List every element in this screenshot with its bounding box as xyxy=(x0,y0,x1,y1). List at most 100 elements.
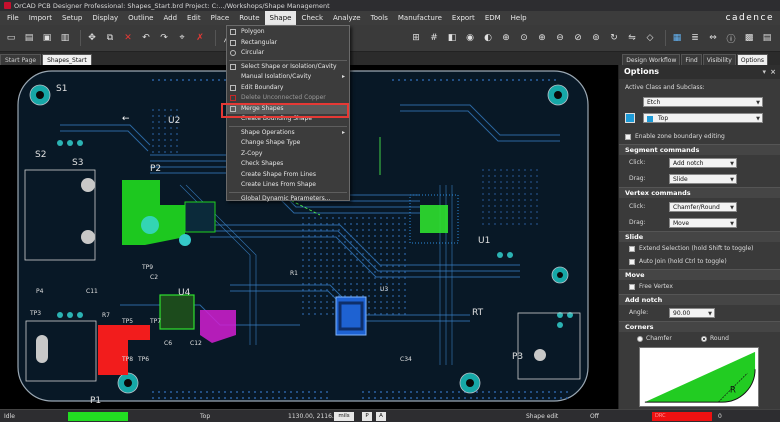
zoom-in-icon[interactable]: ⊕ xyxy=(535,31,549,45)
p-button[interactable]: P xyxy=(362,412,372,421)
drc-indicator[interactable]: DRC xyxy=(652,412,712,421)
panel-close-icon[interactable]: × xyxy=(770,65,776,79)
a-button[interactable]: A xyxy=(376,412,386,421)
print-icon[interactable]: ▥ xyxy=(58,31,72,45)
undo-icon[interactable]: ↶ xyxy=(139,31,153,45)
shape-menu-edit-boundary[interactable]: Edit Boundary xyxy=(227,83,349,94)
shape-menu-create-bounding[interactable]: Create Bounding Shape xyxy=(227,114,349,125)
tab-shapes-start[interactable]: Shapes_Start xyxy=(42,54,92,65)
move-icon[interactable]: ✥ xyxy=(85,31,99,45)
menu-export[interactable]: Export xyxy=(447,11,480,25)
vertex-click-select[interactable]: Chamfer/Round ▼ xyxy=(669,202,737,212)
menu-edm[interactable]: EDM xyxy=(480,11,506,25)
delete-icon[interactable]: ✕ xyxy=(121,31,135,45)
shape-menu-manual-isolation[interactable]: Manual Isolation/Cavity ▸ xyxy=(227,72,349,83)
shape-menu-check-shapes[interactable]: Check Shapes xyxy=(227,159,349,170)
shape-menu-circular[interactable]: Circular xyxy=(227,48,349,59)
menu-analyze[interactable]: Analyze xyxy=(328,11,366,25)
shape-menu-z-copy[interactable]: Z-Copy xyxy=(227,149,349,160)
open-file-icon[interactable]: ▤ xyxy=(22,31,36,45)
zone-boundary-option[interactable]: Enable zone boundary editing xyxy=(619,131,780,142)
redo-icon[interactable]: ↷ xyxy=(157,31,171,45)
segment-drag-select[interactable]: Slide ▼ xyxy=(669,174,737,184)
tab-design-workflow[interactable]: Design Workflow xyxy=(622,54,681,65)
tab-find[interactable]: Find xyxy=(681,54,702,65)
grid-icon[interactable]: # xyxy=(427,31,441,45)
vertex-commands-header[interactable]: Vertex commands xyxy=(619,187,780,198)
menu-help[interactable]: Help xyxy=(506,11,532,25)
shadow-icon[interactable]: ◐ xyxy=(481,31,495,45)
flip-icon[interactable]: ⇋ xyxy=(625,31,639,45)
3d-view-icon[interactable]: ◇ xyxy=(643,31,657,45)
menu-edit[interactable]: Edit xyxy=(182,11,206,25)
menu-import[interactable]: Import xyxy=(24,11,57,25)
extend-selection-checkbox[interactable] xyxy=(629,245,635,252)
visibility-icon[interactable]: ◉ xyxy=(463,31,477,45)
shape-menu-rectangular[interactable]: Rectangular xyxy=(227,38,349,49)
units-button[interactable]: mils xyxy=(334,412,354,421)
copy-icon[interactable]: ⧉ xyxy=(103,31,117,45)
constraints-icon[interactable]: ▩ xyxy=(742,31,756,45)
zoom-world-icon[interactable]: ⊚ xyxy=(589,31,603,45)
shape-menu-operations[interactable]: Shape Operations ▸ xyxy=(227,128,349,139)
auto-join-option[interactable]: Auto Join (hold Ctrl to toggle) xyxy=(619,256,780,267)
extend-selection-option[interactable]: Extend Selection (hold Shift to toggle) xyxy=(619,243,780,254)
shape-menu-merge-shapes[interactable]: Merge Shapes xyxy=(227,103,349,114)
angle-select[interactable]: 90.00 ▼ xyxy=(669,308,715,318)
new-file-icon[interactable]: ▭ xyxy=(4,31,18,45)
copper-shape-u1[interactable] xyxy=(420,205,448,233)
segment-click-select[interactable]: Add notch ▼ xyxy=(669,158,737,168)
zoom-fit-icon[interactable]: ⊙ xyxy=(517,31,531,45)
corners-header[interactable]: Corners xyxy=(619,321,780,332)
shape-menu-polygon[interactable]: Polygon xyxy=(227,27,349,38)
round-radio[interactable] xyxy=(701,335,707,342)
pick-icon[interactable]: ⌖ xyxy=(175,31,189,45)
snap-icon[interactable]: ⊞ xyxy=(409,31,423,45)
tab-visibility[interactable]: Visibility xyxy=(702,54,736,65)
menu-display[interactable]: Display xyxy=(87,11,123,25)
zone-boundary-checkbox[interactable] xyxy=(625,133,631,140)
menu-setup[interactable]: Setup xyxy=(57,11,87,25)
menu-check[interactable]: Check xyxy=(296,11,328,25)
zoom-points-icon[interactable]: ⊕ xyxy=(499,31,513,45)
measure-icon[interactable]: ⇔ xyxy=(706,31,720,45)
shape-menu-select-shape[interactable]: Select Shape or Isolation/Cavity xyxy=(227,62,349,73)
redraw-icon[interactable]: ↻ xyxy=(607,31,621,45)
menu-route[interactable]: Route xyxy=(234,11,264,25)
menu-place[interactable]: Place xyxy=(206,11,235,25)
menu-add[interactable]: Add xyxy=(158,11,182,25)
menu-outline[interactable]: Outline xyxy=(123,11,158,25)
shape-menu-shape-from-lines[interactable]: Create Shape From Lines xyxy=(227,170,349,181)
chamfer-option[interactable]: Chamfer xyxy=(637,333,697,344)
round-option[interactable]: Round xyxy=(701,333,761,344)
color-icon[interactable]: ◧ xyxy=(445,31,459,45)
free-vertex-option[interactable]: Free Vertex xyxy=(619,281,780,292)
auto-join-checkbox[interactable] xyxy=(629,258,635,265)
menu-file[interactable]: File xyxy=(2,11,24,25)
report-icon[interactable]: ▤ xyxy=(760,31,774,45)
add-notch-header[interactable]: Add notch xyxy=(619,294,780,305)
drc-icon[interactable]: ▦ xyxy=(670,31,684,45)
layers-icon[interactable]: ≣ xyxy=(688,31,702,45)
menu-manufacture[interactable]: Manufacture xyxy=(393,11,447,25)
zoom-out-icon[interactable]: ⊖ xyxy=(553,31,567,45)
show-element-icon[interactable]: ⓘ xyxy=(724,31,738,45)
free-vertex-checkbox[interactable] xyxy=(629,283,635,290)
subclass-select[interactable]: Top ▼ xyxy=(643,113,763,123)
shape-menu-change-type[interactable]: Change Shape Type xyxy=(227,138,349,149)
tab-options[interactable]: Options xyxy=(736,54,768,65)
menu-tools[interactable]: Tools xyxy=(366,11,393,25)
chamfer-radio[interactable] xyxy=(637,335,643,342)
shape-menu-delete-unconnected[interactable]: Delete Unconnected Copper xyxy=(227,93,349,104)
class-select[interactable]: Etch ▼ xyxy=(643,97,763,107)
panel-pin-icon[interactable]: ▾ xyxy=(762,65,766,79)
slide-header[interactable]: Slide xyxy=(619,231,780,242)
shape-menu-lines-from-shape[interactable]: Create Lines From Shape xyxy=(227,180,349,191)
cancel-icon[interactable]: ✗ xyxy=(193,31,207,45)
move-header[interactable]: Move xyxy=(619,269,780,280)
zoom-prev-icon[interactable]: ⊘ xyxy=(571,31,585,45)
vertex-drag-select[interactable]: Move ▼ xyxy=(669,218,737,228)
tab-start-page[interactable]: Start Page xyxy=(0,54,42,65)
save-icon[interactable]: ▣ xyxy=(40,31,54,45)
segment-commands-header[interactable]: Segment commands xyxy=(619,144,780,155)
